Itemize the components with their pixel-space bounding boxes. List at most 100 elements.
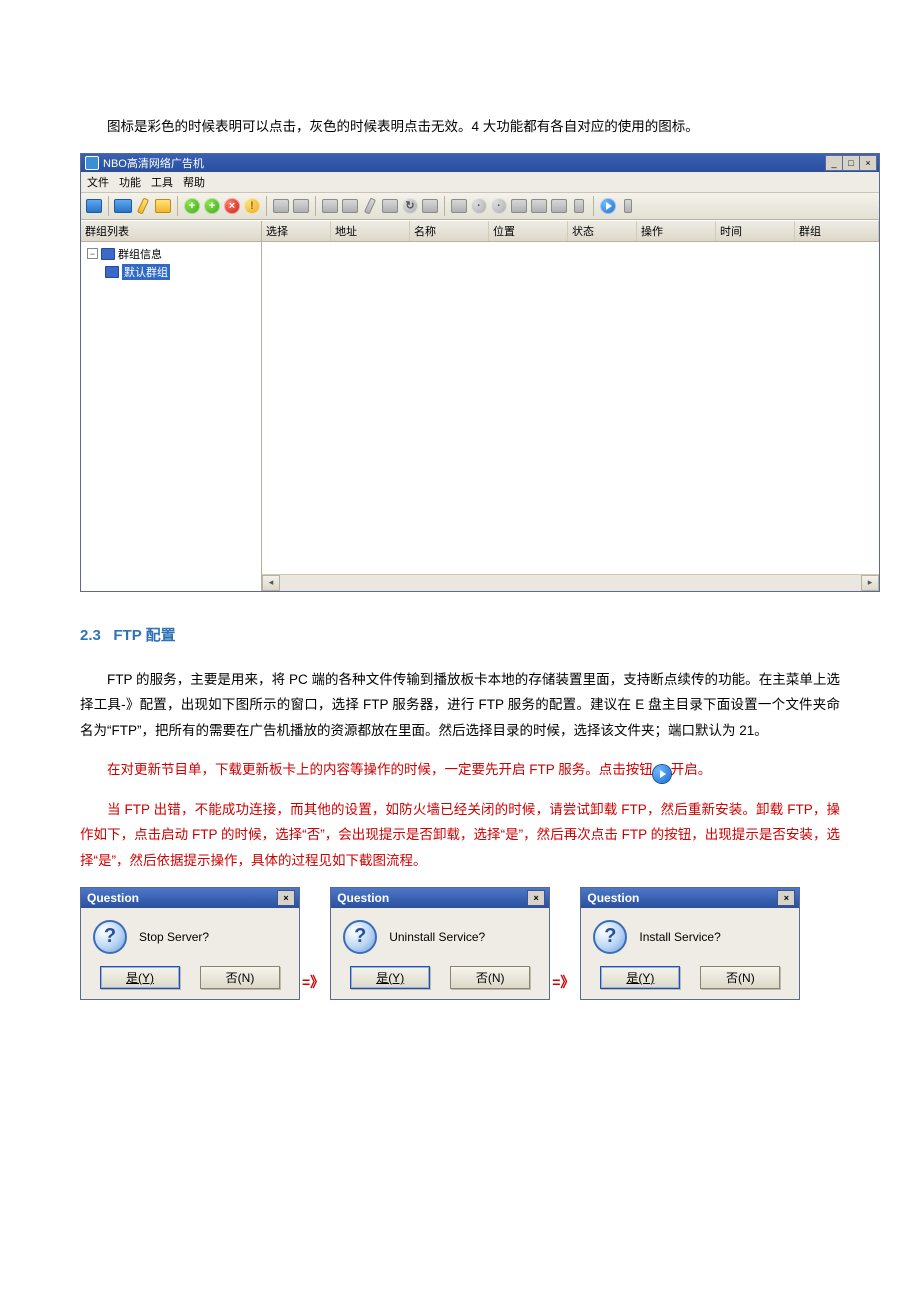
- tb-icon-refresh: ↻: [401, 197, 419, 215]
- col-name[interactable]: 名称: [410, 221, 489, 241]
- dialog-uninstall-service: Question × ? Uninstall Service? 是(Y) 否(N…: [330, 887, 550, 1000]
- close-button[interactable]: ×: [859, 155, 877, 171]
- tb-icon-g7: [421, 197, 439, 215]
- maximize-button[interactable]: □: [842, 155, 860, 171]
- question-icon: ?: [93, 920, 127, 954]
- dialog-message: Uninstall Service?: [389, 930, 535, 944]
- tb-icon-g10: ·: [490, 197, 508, 215]
- col-position[interactable]: 位置: [489, 221, 568, 241]
- col-select[interactable]: 选择: [262, 221, 331, 241]
- yes-button[interactable]: 是(Y): [100, 966, 180, 989]
- tree-root-item[interactable]: − 群组信息: [87, 245, 259, 263]
- scroll-right-button[interactable]: ▸: [861, 575, 879, 591]
- yes-button[interactable]: 是(Y): [350, 966, 430, 989]
- tb-icon-play[interactable]: [599, 197, 617, 215]
- menu-help[interactable]: 帮助: [183, 174, 205, 190]
- tb-icon-g15: [619, 197, 637, 215]
- tb-icon-g1: [272, 197, 290, 215]
- folder-icon: [105, 266, 119, 278]
- paragraph-1: FTP 的服务，主要是用来，将 PC 端的各种文件传输到播放板卡本地的存储装置里…: [80, 667, 840, 744]
- col-address[interactable]: 地址: [331, 221, 410, 241]
- tb-icon-remove[interactable]: ×: [223, 197, 241, 215]
- dialog-titlebar: Question ×: [331, 888, 549, 908]
- col-time[interactable]: 时间: [716, 221, 795, 241]
- tb-icon-g3: [321, 197, 339, 215]
- dialog-titlebar: Question ×: [81, 888, 299, 908]
- folder-icon: [101, 248, 115, 260]
- dialog-message: Stop Server?: [139, 930, 285, 944]
- titlebar: NBO高清网络广告机 _ □ ×: [81, 154, 879, 172]
- yes-button-label: 是(Y): [626, 971, 654, 985]
- flow-arrow: =》: [300, 972, 330, 1000]
- menu-tools[interactable]: 工具: [151, 174, 173, 190]
- document-page: 图标是彩色的时候表明可以点击，灰色的时候表明点击无效。4 大功能都有各自对应的使…: [0, 0, 920, 1302]
- tb-icon-g6: [381, 197, 399, 215]
- dialog-message: Install Service?: [639, 930, 785, 944]
- tb-icon-g4: [341, 197, 359, 215]
- dialog-install-service: Question × ? Install Service? 是(Y) 否(N): [580, 887, 800, 1000]
- no-button-label: 否(N): [226, 971, 255, 985]
- no-button[interactable]: 否(N): [700, 966, 780, 989]
- section-heading: 2.3 FTP 配置: [80, 624, 840, 645]
- section-number: 2.3: [80, 627, 101, 644]
- tb-icon-folder[interactable]: [154, 197, 172, 215]
- tb-icon-add2[interactable]: +: [203, 197, 221, 215]
- tb-icon-g11: [510, 197, 528, 215]
- tb-icon-g5: [361, 197, 379, 215]
- tb-icon-g12: [530, 197, 548, 215]
- tb-icon-g14: [570, 197, 588, 215]
- tree-root-label: 群组信息: [118, 246, 162, 262]
- no-button[interactable]: 否(N): [450, 966, 530, 989]
- col-action[interactable]: 操作: [637, 221, 716, 241]
- tb-icon-monitor[interactable]: [85, 197, 103, 215]
- no-button-label: 否(N): [476, 971, 505, 985]
- tb-icon-book[interactable]: [114, 197, 132, 215]
- menu-function[interactable]: 功能: [119, 174, 141, 190]
- tb-icon-g9: ·: [470, 197, 488, 215]
- dialog-flow: Question × ? Stop Server? 是(Y) 否(N) =》 Q…: [80, 887, 840, 1000]
- app-icon: [85, 156, 99, 170]
- no-button-label: 否(N): [726, 971, 755, 985]
- tree-child-label: 默认群组: [122, 264, 170, 280]
- tree-header: 群组列表: [81, 221, 261, 242]
- p2-part-b: 开启。: [671, 762, 712, 777]
- tree-collapse-icon[interactable]: −: [87, 248, 98, 259]
- dialog-title-text: Question: [87, 891, 139, 905]
- tb-icon-g2: [292, 197, 310, 215]
- dialog-title-text: Question: [587, 891, 639, 905]
- list-body: [262, 242, 879, 574]
- dialog-close-button[interactable]: ×: [277, 890, 295, 906]
- dialog-close-button[interactable]: ×: [527, 890, 545, 906]
- p2-part-a: 在对更新节目单，下载更新板卡上的内容等操作的时候，一定要先开启 FTP 服务。点…: [107, 762, 653, 777]
- intro-paragraph: 图标是彩色的时候表明可以点击，灰色的时候表明点击无效。4 大功能都有各自对应的使…: [80, 114, 840, 140]
- dialog-close-button[interactable]: ×: [777, 890, 795, 906]
- menubar: 文件 功能 工具 帮助: [81, 172, 879, 193]
- minimize-button[interactable]: _: [825, 155, 843, 171]
- menu-file[interactable]: 文件: [87, 174, 109, 190]
- dialog-stop-server: Question × ? Stop Server? 是(Y) 否(N): [80, 887, 300, 1000]
- tb-icon-warn[interactable]: !: [243, 197, 261, 215]
- tb-icon-g13: [550, 197, 568, 215]
- flow-arrow: =》: [550, 972, 580, 1000]
- tree-child-item[interactable]: 默认群组: [105, 263, 259, 281]
- col-group[interactable]: 群组: [795, 221, 879, 241]
- yes-button[interactable]: 是(Y): [600, 966, 680, 989]
- tb-icon-add[interactable]: +: [183, 197, 201, 215]
- list-header: 选择 地址 名称 位置 状态 操作 时间 群组: [262, 221, 879, 242]
- question-icon: ?: [593, 920, 627, 954]
- col-status[interactable]: 状态: [568, 221, 637, 241]
- no-button[interactable]: 否(N): [200, 966, 280, 989]
- window-title: NBO高清网络广告机: [103, 155, 204, 171]
- toolbar: + + × ! ↻ · ·: [81, 193, 879, 220]
- horizontal-scrollbar[interactable]: ◂ ▸: [262, 574, 879, 591]
- question-icon: ?: [343, 920, 377, 954]
- inline-play-icon: [653, 765, 671, 783]
- yes-button-label: 是(Y): [376, 971, 404, 985]
- paragraph-3: 当 FTP 出错，不能成功连接，而其他的设置，如防火墙已经关闭的时候，请尝试卸载…: [80, 797, 840, 874]
- app-window: NBO高清网络广告机 _ □ × 文件 功能 工具 帮助 + + × !: [80, 153, 880, 592]
- scroll-left-button[interactable]: ◂: [262, 575, 280, 591]
- section-title-text: FTP 配置: [113, 627, 175, 644]
- paragraph-2: 在对更新节目单，下载更新板卡上的内容等操作的时候，一定要先开启 FTP 服务。点…: [80, 757, 840, 783]
- dialog-title-text: Question: [337, 891, 389, 905]
- tb-icon-pencil[interactable]: [134, 197, 152, 215]
